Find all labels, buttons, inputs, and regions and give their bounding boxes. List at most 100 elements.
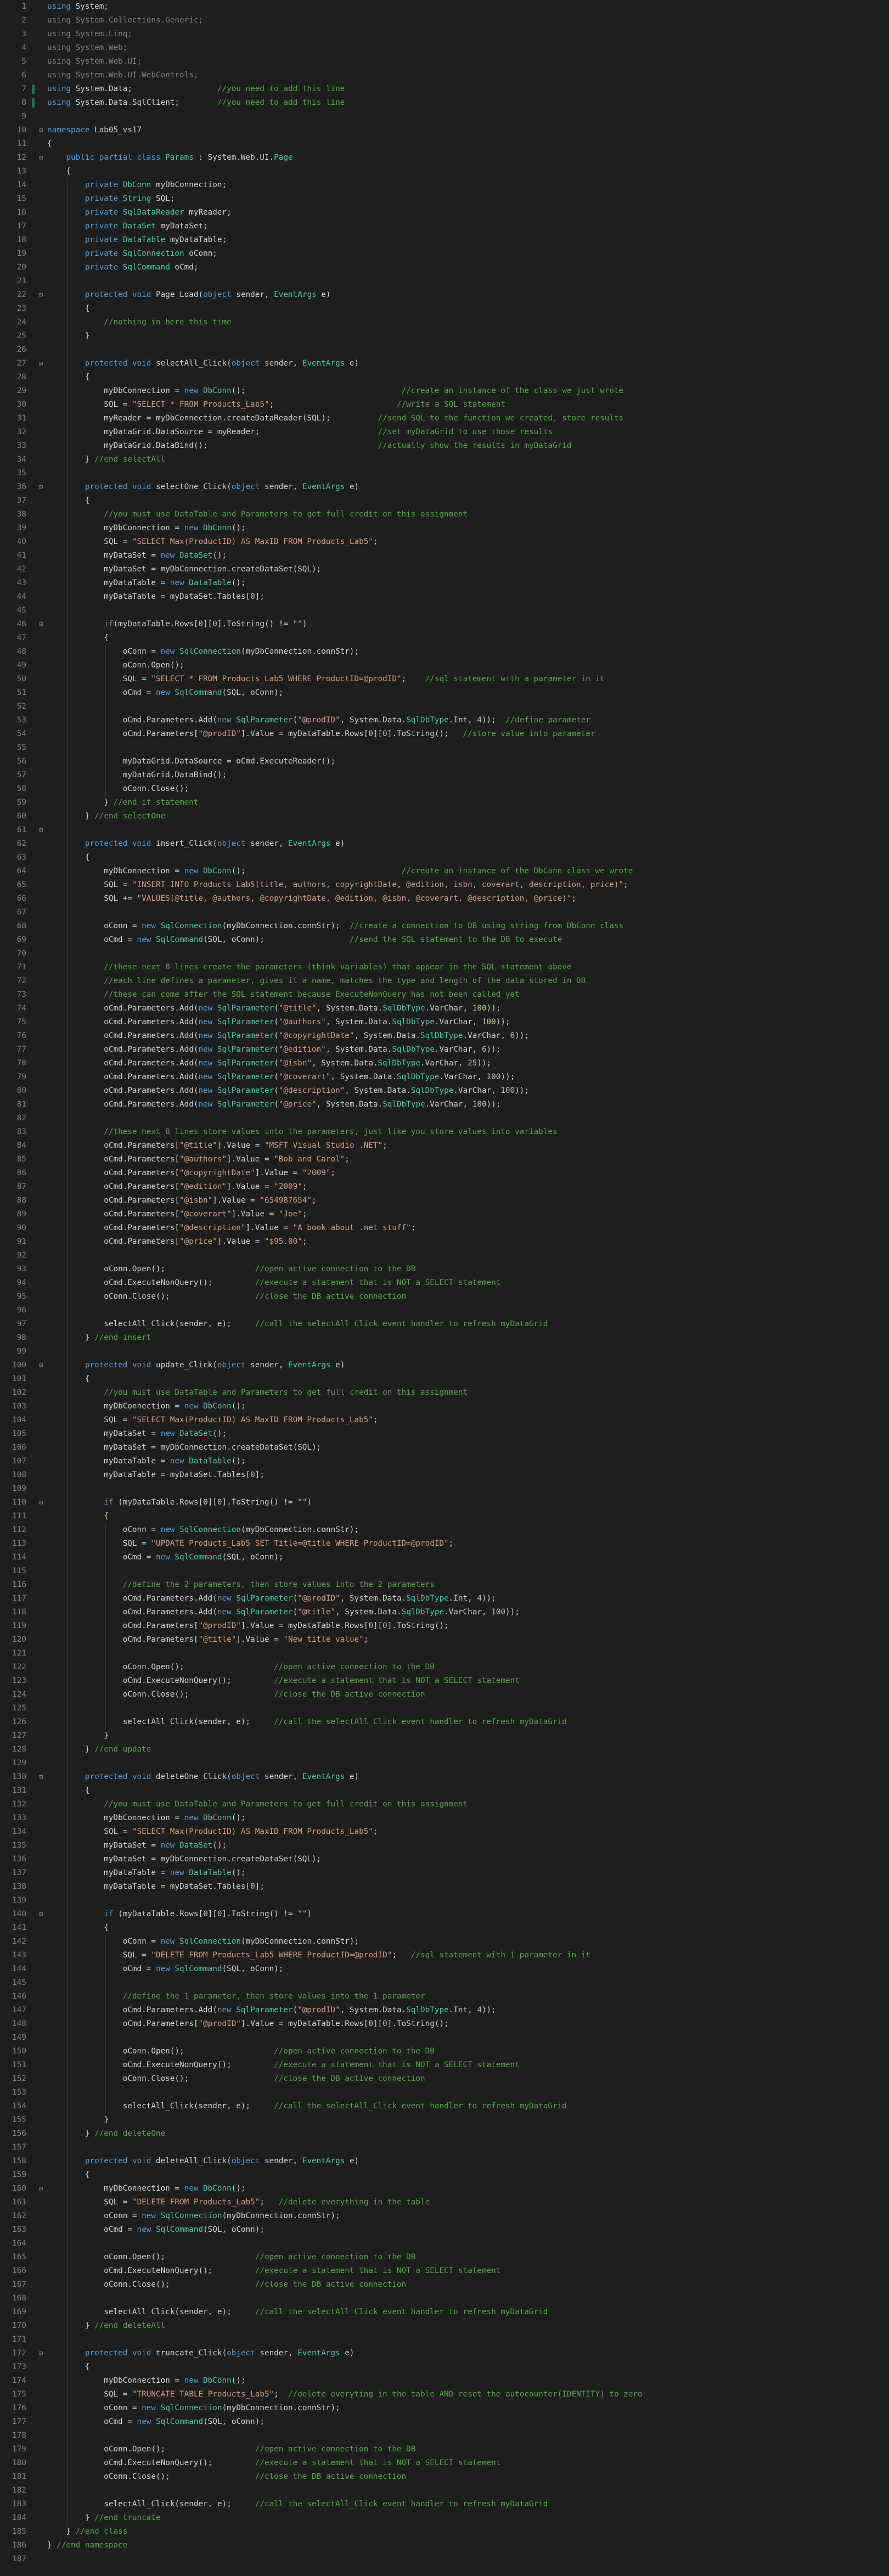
code-line[interactable]: 180 oCmd.ExecuteNonQuery(); //execute a … xyxy=(0,2456,889,2470)
code-line[interactable]: 168 xyxy=(0,2292,889,2305)
code-line[interactable]: 47 { xyxy=(0,631,889,645)
code-line[interactable]: 28 { xyxy=(0,371,889,384)
code-line[interactable]: 175 SQL = "TRUNCATE TABLE Products_Lab5"… xyxy=(0,2388,889,2401)
code-line[interactable]: 163 oCmd = new SqlCommand(SQL, oConn); xyxy=(0,2223,889,2237)
code-line[interactable]: 164 xyxy=(0,2237,889,2251)
code-line[interactable]: 112 oConn = new SqlConnection(myDbConnec… xyxy=(0,1523,889,1537)
code-line[interactable]: 103 myDbConnection = new DbConn(); xyxy=(0,1400,889,1413)
code-line[interactable]: 22 ⊟ protected void Page_Load(object send… xyxy=(0,288,889,302)
code-line[interactable]: 19 private SqlConnection oConn; xyxy=(0,247,889,261)
code-line[interactable]: 54 oCmd.Parameters["@prodID"].Value = my… xyxy=(0,727,889,741)
code-line[interactable]: 166 oCmd.ExecuteNonQuery(); //execute a … xyxy=(0,2264,889,2278)
code-line[interactable]: 143 SQL = "DELETE FROM Products_Lab5 WHE… xyxy=(0,1949,889,1962)
code-line[interactable]: 137 myDataTable = new DataTable(); xyxy=(0,1866,889,1880)
code-line[interactable]: 160 ⊟ myDbConnection = new DbConn(); xyxy=(0,2182,889,2196)
code-line[interactable]: 18 private DataTable myDataTable; xyxy=(0,233,889,247)
code-line[interactable]: 98 } //end insert xyxy=(0,1331,889,1345)
code-line[interactable]: 35 xyxy=(0,467,889,480)
code-line[interactable]: 119 oCmd.Parameters["@prodID"].Value = m… xyxy=(0,1619,889,1633)
code-line[interactable]: 130 ⊟ protected void deleteOne_Click(obje… xyxy=(0,1770,889,1784)
code-line[interactable]: 171 xyxy=(0,2333,889,2347)
code-line[interactable]: 88 oCmd.Parameters["@isbn"].Value = "654… xyxy=(0,1194,889,1208)
code-line[interactable]: 11 { xyxy=(0,137,889,151)
code-line[interactable]: 167 oConn.Close(); //close the DB active… xyxy=(0,2278,889,2292)
code-line[interactable]: 82 xyxy=(0,1112,889,1125)
code-line[interactable]: 127 } xyxy=(0,1729,889,1743)
code-line[interactable]: 149 xyxy=(0,2031,889,2045)
code-line[interactable]: 8 using System.Data.SqlClient; //you need… xyxy=(0,96,889,110)
code-line[interactable]: 185 } //end class xyxy=(0,2525,889,2539)
code-line[interactable]: 156 } //end deleteOne xyxy=(0,2127,889,2141)
code-line[interactable]: 90 oCmd.Parameters["@description"].Value… xyxy=(0,1221,889,1235)
code-line[interactable]: 139 xyxy=(0,1894,889,1907)
code-line[interactable]: 96 xyxy=(0,1304,889,1317)
code-line[interactable]: 32 myDataGrid.DataSource = myReader; //s… xyxy=(0,425,889,439)
code-line[interactable]: 151 oCmd.ExecuteNonQuery(); //execute a … xyxy=(0,2058,889,2072)
code-line[interactable]: 55 xyxy=(0,741,889,755)
code-line[interactable]: 121 xyxy=(0,1647,889,1660)
code-line[interactable]: 65 SQL = "INSERT INTO Products_Lab5(titl… xyxy=(0,878,889,892)
code-line[interactable]: 118 oCmd.Parameters.Add(new SqlParameter… xyxy=(0,1606,889,1619)
code-line[interactable]: 71 //these next 8 lines create the param… xyxy=(0,961,889,974)
code-editor[interactable]: 1 using System; 2 using System.Collections.… xyxy=(0,0,889,2576)
code-line[interactable]: 81 oCmd.Parameters.Add(new SqlParameter(… xyxy=(0,1098,889,1112)
code-line[interactable]: 78 oCmd.Parameters.Add(new SqlParameter(… xyxy=(0,1057,889,1070)
code-line[interactable]: 3 using System.Linq; xyxy=(0,27,889,41)
code-line[interactable]: 123 oCmd.ExecuteNonQuery(); //execute a … xyxy=(0,1674,889,1688)
code-line[interactable]: 26 xyxy=(0,343,889,357)
fold-toggle-icon[interactable]: ⊟ xyxy=(39,1907,43,1921)
code-line[interactable]: 23 { xyxy=(0,302,889,316)
code-line[interactable]: 107 myDataTable = new DataTable(); xyxy=(0,1455,889,1468)
code-line[interactable]: 69 oCmd = new SqlCommand(SQL, oConn); //… xyxy=(0,933,889,947)
code-line[interactable]: 17 private DataSet myDataSet; xyxy=(0,220,889,233)
code-line[interactable]: 110 ⊟ if (myDataTable.Rows[0][0].ToString… xyxy=(0,1496,889,1509)
code-line[interactable]: 181 oConn.Close(); //close the DB active… xyxy=(0,2470,889,2484)
code-line[interactable]: 144 oCmd = new SqlCommand(SQL, oConn); xyxy=(0,1962,889,1976)
fold-toggle-icon[interactable]: ⊟ xyxy=(39,1359,43,1372)
code-line[interactable]: 62 protected void insert_Click(object se… xyxy=(0,837,889,851)
code-line[interactable]: 80 oCmd.Parameters.Add(new SqlParameter(… xyxy=(0,1084,889,1098)
code-line[interactable]: 132 //you must use DataTable and Paramet… xyxy=(0,1798,889,1811)
code-line[interactable]: 84 oCmd.Parameters["@title"].Value = "MS… xyxy=(0,1139,889,1153)
code-line[interactable]: 67 xyxy=(0,906,889,919)
code-line[interactable]: 182 xyxy=(0,2484,889,2498)
code-line[interactable]: 128 } //end update xyxy=(0,1743,889,1756)
code-line[interactable]: 43 myDataTable = new DataTable(); xyxy=(0,576,889,590)
code-line[interactable]: 70 xyxy=(0,947,889,961)
code-line[interactable]: 152 oConn.Close(); //close the DB active… xyxy=(0,2072,889,2086)
code-line[interactable]: 20 private SqlCommand oCmd; xyxy=(0,261,889,274)
fold-toggle-icon[interactable]: ⊟ xyxy=(39,151,43,165)
code-line[interactable]: 172 ⊟ protected void truncate_Click(objec… xyxy=(0,2347,889,2360)
code-line[interactable]: 57 myDataGrid.DataBind(); xyxy=(0,768,889,782)
code-line[interactable]: 46 ⊟ if(myDataTable.Rows[0][0].ToString()… xyxy=(0,618,889,631)
code-line[interactable]: 116 //define the 2 parameters, then stor… xyxy=(0,1578,889,1592)
code-line[interactable]: 24 //nothing in here this time xyxy=(0,316,889,329)
code-line[interactable]: 16 private SqlDataReader myReader; xyxy=(0,206,889,220)
code-line[interactable]: 13 { xyxy=(0,165,889,178)
code-line[interactable]: 87 oCmd.Parameters["@edition"].Value = "… xyxy=(0,1180,889,1194)
code-line[interactable]: 184 } //end truncate xyxy=(0,2511,889,2525)
code-line[interactable]: 187 xyxy=(0,2552,889,2566)
code-line[interactable]: 64 myDbConnection = new DbConn(); //crea… xyxy=(0,865,889,878)
code-line[interactable]: 83 //these next 8 lines store values int… xyxy=(0,1125,889,1139)
code-line[interactable]: 77 oCmd.Parameters.Add(new SqlParameter(… xyxy=(0,1043,889,1057)
fold-toggle-icon[interactable]: ⊟ xyxy=(39,2347,43,2360)
code-line[interactable]: 75 oCmd.Parameters.Add(new SqlParameter(… xyxy=(0,1015,889,1029)
code-line[interactable]: 58 oConn.Close(); xyxy=(0,782,889,796)
fold-toggle-icon[interactable]: ⊟ xyxy=(39,357,43,371)
code-line[interactable]: 138 myDataTable = myDataSet.Tables[0]; xyxy=(0,1880,889,1894)
code-line[interactable]: 170 } //end deleteAll xyxy=(0,2319,889,2333)
code-line[interactable]: 125 xyxy=(0,1702,889,1715)
code-line[interactable]: 51 oCmd = new SqlCommand(SQL, oConn); xyxy=(0,686,889,700)
code-line[interactable]: 179 oConn.Open(); //open active connecti… xyxy=(0,2443,889,2456)
code-line[interactable]: 99 xyxy=(0,1345,889,1359)
fold-toggle-icon[interactable]: ⊟ xyxy=(39,1496,43,1509)
code-line[interactable]: 106 myDataSet = myDbConnection.createDat… xyxy=(0,1441,889,1455)
code-line[interactable]: 9 xyxy=(0,110,889,124)
code-line[interactable]: 14 private DbConn myDbConnection; xyxy=(0,178,889,192)
code-line[interactable]: 34 } //end selectAll xyxy=(0,453,889,467)
code-line[interactable]: 126 selectAll_Click(sender, e); //call t… xyxy=(0,1715,889,1729)
code-line[interactable]: 157 xyxy=(0,2141,889,2154)
code-line[interactable]: 66 SQL += "VALUES(@title, @authors, @cop… xyxy=(0,892,889,906)
code-line[interactable]: 136 myDataSet = myDbConnection.createDat… xyxy=(0,1853,889,1866)
